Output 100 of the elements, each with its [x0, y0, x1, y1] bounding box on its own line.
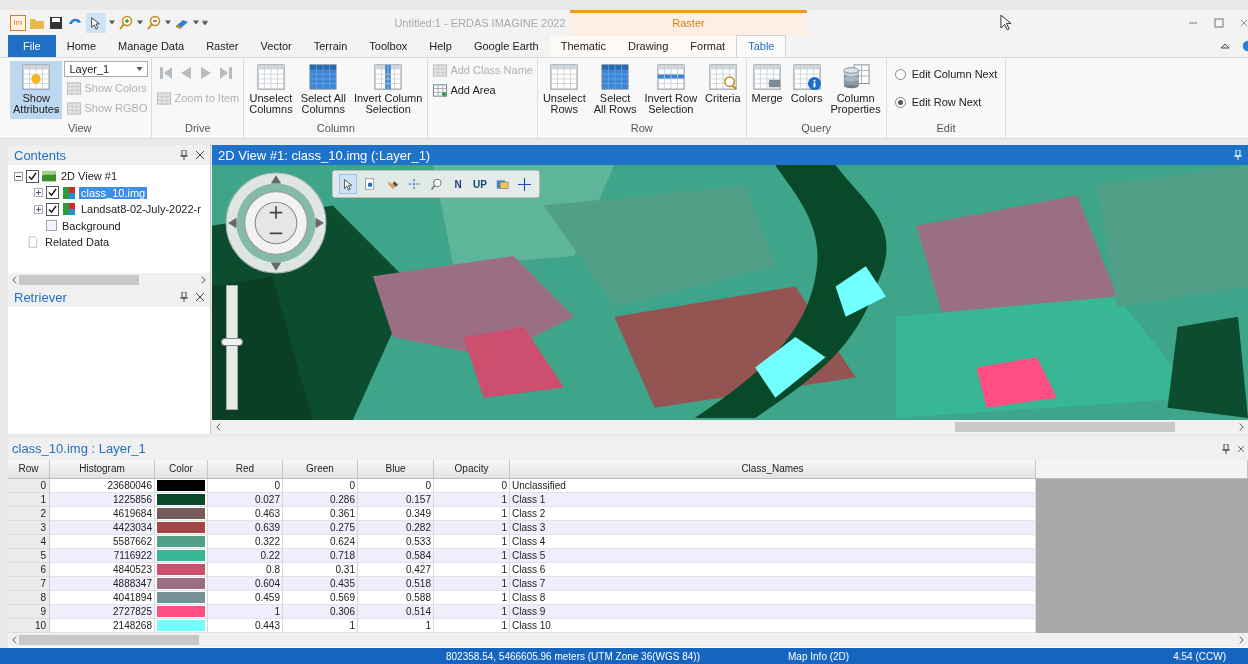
ribbon-tab[interactable]: Vector — [249, 36, 303, 57]
ribbon-tab[interactable]: Home — [55, 36, 108, 57]
collapse-ribbon-icon[interactable] — [1220, 42, 1230, 50]
maximize-icon[interactable] — [1214, 17, 1224, 28]
ribbon-tab[interactable]: File — [8, 35, 56, 57]
caret-icon[interactable] — [109, 20, 115, 25]
color-swatch[interactable] — [157, 578, 205, 589]
column-header[interactable]: Blue — [358, 460, 434, 479]
row-number-cell[interactable]: 8 — [8, 591, 50, 605]
layer-dropdown[interactable]: Layer_1 — [64, 61, 149, 77]
row-number-cell[interactable]: 4 — [8, 535, 50, 549]
column-header[interactable]: Class_Names — [510, 460, 1036, 479]
color-swatch[interactable] — [157, 536, 205, 547]
scroll-left-icon[interactable] — [216, 423, 221, 431]
horizontal-scrollbar[interactable] — [8, 273, 210, 287]
pointer-tool-button[interactable] — [86, 12, 106, 33]
north-button[interactable]: N — [449, 174, 467, 194]
tree-item[interactable]: Landsat8-02-July-2022-r — [79, 203, 203, 216]
ribbon-button[interactable]: Criteria — [702, 61, 744, 119]
row-number-cell[interactable]: 1 — [8, 493, 50, 507]
help-globe-icon[interactable] — [1242, 40, 1248, 52]
checkbox[interactable] — [26, 169, 39, 183]
expand-icon[interactable] — [34, 204, 43, 214]
ribbon-tab[interactable]: Manage Data — [107, 36, 196, 57]
zoom-out-icon[interactable] — [146, 14, 162, 31]
pin-icon[interactable] — [180, 150, 188, 160]
scroll-right-icon[interactable] — [201, 276, 206, 284]
customize-icon[interactable] — [202, 20, 208, 25]
close-icon[interactable] — [1238, 444, 1244, 453]
ribbon-tab[interactable]: Raster — [195, 36, 250, 57]
tree-item[interactable]: Related Data — [43, 236, 112, 249]
ribbon-button[interactable]: Select All Columns — [297, 61, 349, 119]
row-number-cell[interactable]: 10 — [8, 619, 50, 633]
ribbon-button[interactable]: Unselect Columns — [246, 61, 296, 119]
color-swatch[interactable] — [157, 508, 205, 519]
horizontal-scrollbar[interactable] — [8, 633, 1248, 647]
caret-icon[interactable] — [193, 20, 199, 25]
ribbon-tab[interactable]: Thematic — [549, 36, 617, 57]
caret-icon[interactable] — [165, 20, 171, 25]
color-swatch[interactable] — [157, 494, 205, 505]
collapse-icon[interactable] — [14, 171, 23, 181]
caret-icon[interactable] — [137, 20, 143, 25]
ribbon-tab[interactable]: Google Earth — [462, 36, 550, 57]
checkbox[interactable] — [46, 202, 59, 216]
color-swatch[interactable] — [157, 522, 205, 533]
zoom-slider[interactable] — [221, 285, 243, 410]
scroll-left-icon[interactable] — [12, 636, 17, 644]
column-header[interactable]: Opacity — [434, 460, 510, 479]
close-icon[interactable] — [196, 151, 204, 159]
navigation-control[interactable] — [224, 171, 328, 275]
column-header[interactable]: Row — [8, 460, 50, 479]
ribbon-button[interactable]: Invert Row Selection — [641, 61, 701, 119]
ribbon-button[interactable]: Unselect Rows — [539, 61, 589, 119]
close-icon[interactable] — [196, 293, 204, 301]
horizontal-scrollbar[interactable] — [212, 420, 1248, 434]
column-header[interactable]: Histogram — [50, 460, 155, 479]
zoom-in-icon[interactable] — [118, 14, 134, 31]
map-placeholder[interactable] — [212, 165, 1248, 420]
color-swatch[interactable] — [157, 620, 205, 631]
row-number-cell[interactable]: 6 — [8, 563, 50, 577]
tree-item[interactable]: Background — [60, 219, 123, 232]
expand-icon[interactable] — [34, 188, 43, 198]
checkbox[interactable] — [46, 186, 59, 200]
ribbon-button[interactable]: Add Area — [430, 81, 535, 99]
ribbon-tab[interactable]: Terrain — [302, 36, 359, 57]
row-number-cell[interactable]: 2 — [8, 507, 50, 521]
ribbon-button[interactable]: Show Attributes — [10, 61, 63, 119]
ribbon-button[interactable]: Merge — [748, 61, 786, 119]
ribbon-button[interactable]: Colors — [787, 61, 826, 119]
tree-item[interactable]: 2D View #1 — [59, 170, 120, 183]
row-number-cell[interactable]: 0 — [8, 479, 50, 493]
save-icon[interactable] — [48, 14, 64, 31]
radio-option[interactable]: Edit Row Next — [888, 89, 1004, 115]
column-header[interactable]: Red — [208, 460, 283, 479]
up-button[interactable]: UP — [471, 174, 489, 194]
column-header[interactable]: Color — [155, 460, 208, 479]
ribbon-button[interactable]: Column Properties — [827, 61, 884, 119]
color-swatch[interactable] — [157, 606, 205, 617]
ribbon-button[interactable]: Invert Column Selection — [350, 61, 426, 119]
scroll-right-icon[interactable] — [1239, 423, 1244, 431]
column-header[interactable]: Green — [283, 460, 358, 479]
color-swatch[interactable] — [157, 564, 205, 575]
color-swatch[interactable] — [157, 592, 205, 603]
row-number-cell[interactable]: 9 — [8, 605, 50, 619]
ribbon-tab[interactable]: Help — [418, 36, 463, 57]
pointer-tool-button[interactable] — [339, 174, 357, 194]
scroll-right-icon[interactable] — [1239, 636, 1244, 644]
color-swatch[interactable] — [157, 480, 205, 491]
pin-icon[interactable] — [180, 292, 188, 302]
row-number-cell[interactable]: 3 — [8, 521, 50, 535]
ribbon-tab[interactable]: Toolbox — [358, 36, 419, 57]
radio-option[interactable]: Edit Column Next — [888, 61, 1004, 87]
pin-icon[interactable] — [1222, 443, 1230, 454]
ribbon-tab[interactable]: Drawing — [616, 36, 680, 57]
ribbon-tab[interactable]: Table — [736, 35, 787, 57]
row-number-cell[interactable]: 5 — [8, 549, 50, 563]
color-swatch[interactable] — [157, 550, 205, 561]
ribbon-tab[interactable]: Format — [679, 36, 737, 57]
scroll-left-icon[interactable] — [12, 276, 17, 284]
ribbon-button[interactable]: Select All Rows — [590, 61, 640, 119]
